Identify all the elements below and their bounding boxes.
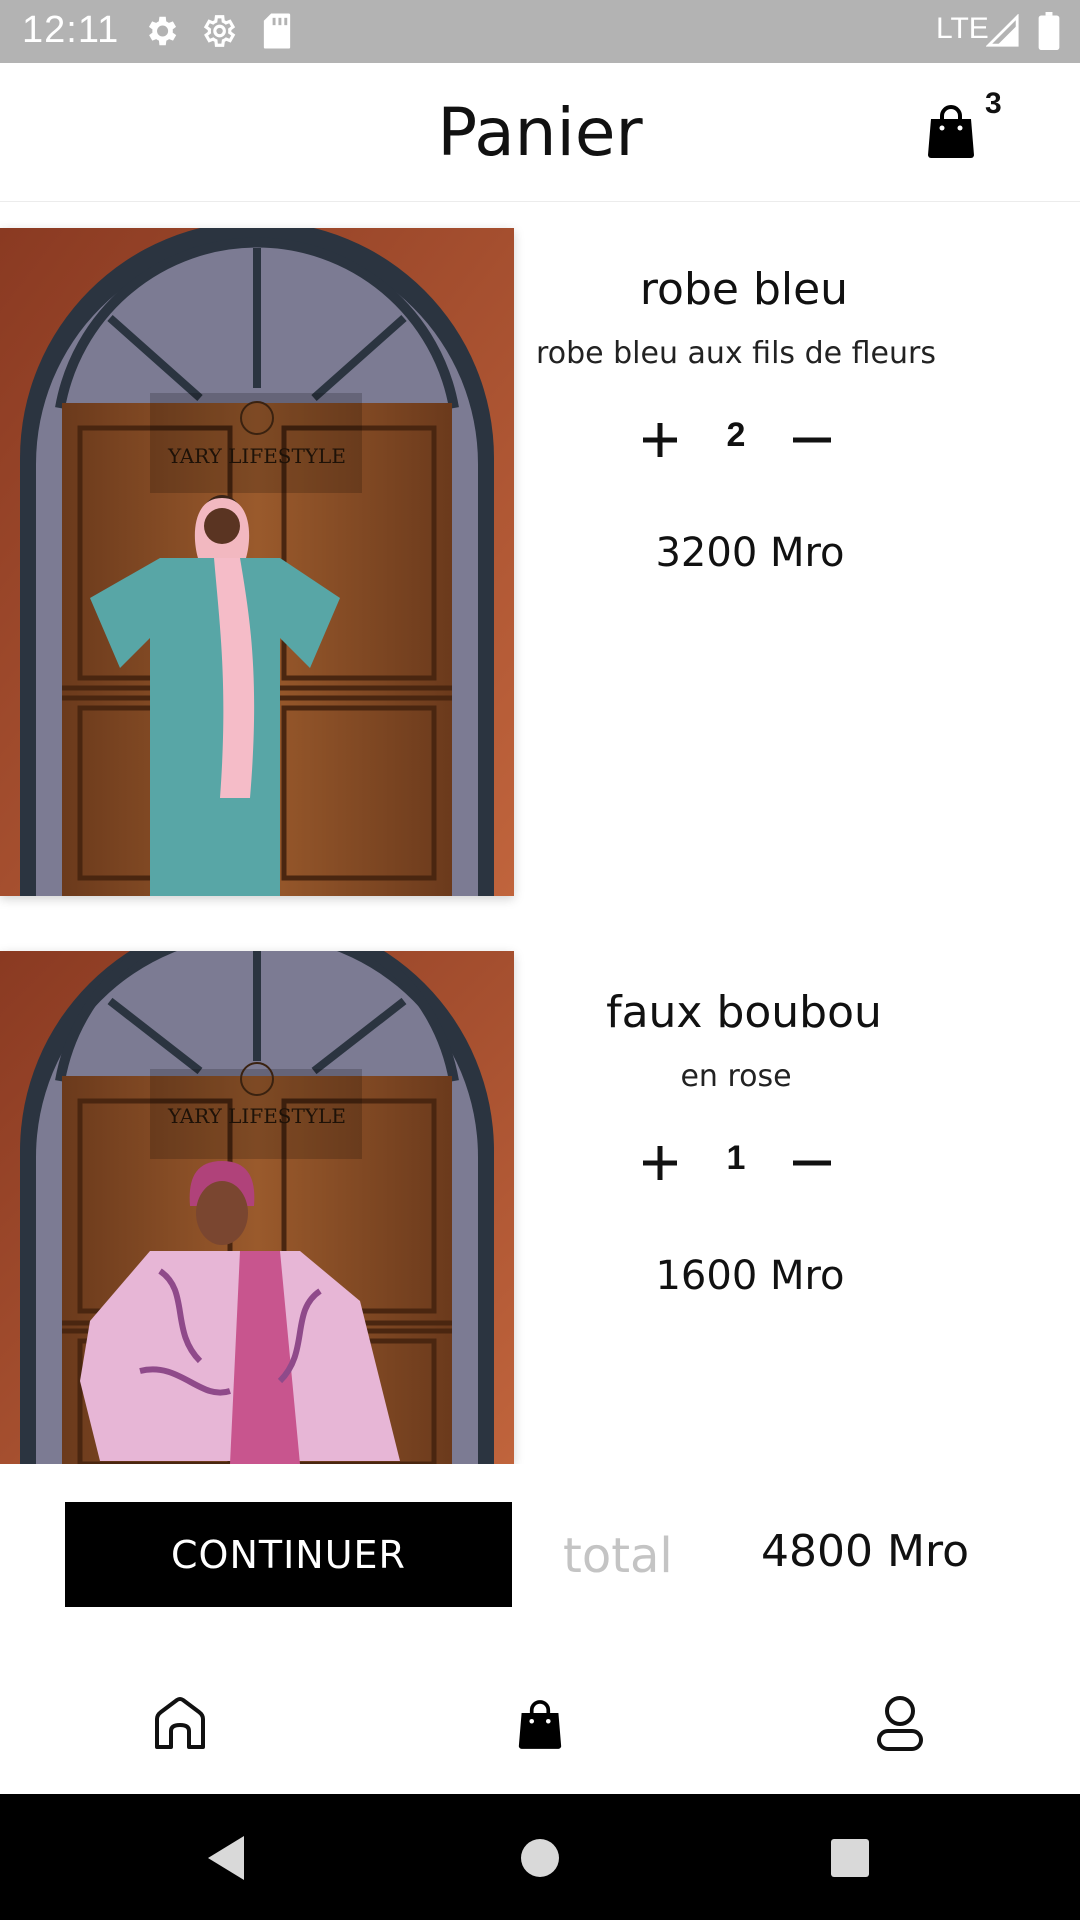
decrease-quantity-button[interactable] <box>782 1133 842 1193</box>
status-bar: 12:11 LTE <box>0 0 1080 63</box>
status-time: 12:11 <box>22 9 120 51</box>
shopping-bag-icon[interactable] <box>500 1684 580 1764</box>
recents-icon[interactable] <box>820 1828 880 1888</box>
total-value: 4800 Mro <box>761 1526 969 1577</box>
home-icon[interactable] <box>140 1684 220 1764</box>
back-icon[interactable] <box>196 1828 256 1888</box>
quantity-stepper: 2 <box>630 410 840 470</box>
cart-item: YARY LIFESTYLE faux boubou en rose 1 160… <box>0 951 1080 1464</box>
system-nav-bar <box>0 1794 1080 1920</box>
product-description: robe bleu aux fils de fleurs <box>536 336 936 371</box>
header: Panier 3 <box>0 63 1080 202</box>
product-price: 3200 Mro <box>655 530 845 576</box>
product-description: en rose <box>680 1059 792 1094</box>
bottom-nav <box>0 1654 1080 1794</box>
signal-icon <box>985 13 1020 52</box>
cart-item: YARY LIFESTYLE robe bleu robe bleu aux f… <box>0 228 1080 896</box>
cart-count-badge: 3 <box>985 87 1002 120</box>
total-label: total <box>563 1528 673 1584</box>
product-name: robe bleu <box>639 264 849 315</box>
increase-quantity-button[interactable] <box>630 410 690 470</box>
continue-button[interactable]: CONTINUER <box>65 1502 512 1607</box>
page-title: Panier <box>437 94 643 171</box>
product-name: faux boubou <box>606 987 882 1038</box>
decrease-quantity-button[interactable] <box>782 410 842 470</box>
shopping-bag-icon[interactable] <box>926 103 976 163</box>
quantity-value: 1 <box>726 1139 746 1177</box>
profile-icon[interactable] <box>860 1684 940 1764</box>
product-image: YARY LIFESTYLE <box>0 951 514 1464</box>
product-image: YARY LIFESTYLE <box>0 228 514 896</box>
product-price: 1600 Mro <box>655 1253 845 1299</box>
image-brand-text: YARY LIFESTYLE <box>167 1104 346 1128</box>
home-circle-icon[interactable] <box>510 1828 570 1888</box>
image-brand-text: YARY LIFESTYLE <box>167 444 346 468</box>
network-type: LTE <box>936 12 989 45</box>
battery-icon <box>1038 12 1060 54</box>
sd-card-icon <box>262 12 292 54</box>
checkout-bar: CONTINUER total 4800 Mro <box>0 1464 1080 1654</box>
quantity-value: 2 <box>726 416 746 454</box>
settings-icon <box>142 12 180 54</box>
settings-outline-icon <box>199 12 237 54</box>
quantity-stepper: 1 <box>630 1133 840 1193</box>
increase-quantity-button[interactable] <box>630 1133 690 1193</box>
